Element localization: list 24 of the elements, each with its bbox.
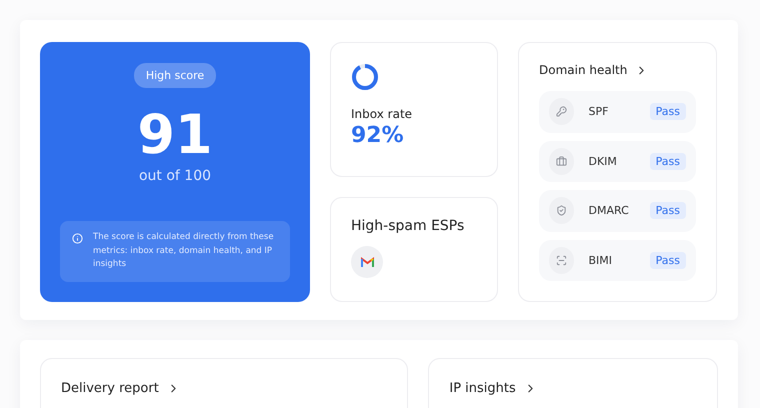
card-title[interactable]: Delivery report [61,381,159,396]
record-icon [549,98,574,126]
record-icon [549,197,574,224]
record-icon [549,148,574,175]
record-name: SPF [588,105,610,118]
score-value: 91 [137,108,213,162]
status-tag: Pass [650,152,686,170]
status-tag: Pass [650,252,686,269]
score-scale: out of 100 [138,168,212,184]
inbox-rate-value: 92% [351,123,405,148]
note-text: The score is calculated directly from these metrics: inbox rate, domain health, and IP insights [93,231,275,272]
card-title[interactable]: IP insights [449,381,516,396]
mail-logo-icon [360,257,374,267]
esp-title: High-spam ESPs [351,218,466,234]
domain-health-title[interactable]: Domain health [539,63,628,77]
record-name: BIMI [588,254,614,267]
record-name: DKIM [588,154,618,168]
status-tag: Pass [650,202,686,220]
inbox-rate-label: Inbox rate [351,107,414,121]
record-icon [549,246,574,274]
score-badge: High score [134,63,216,88]
info-icon [72,233,83,244]
status-tag: Pass [650,103,686,120]
record-name: DMARC [588,204,630,218]
